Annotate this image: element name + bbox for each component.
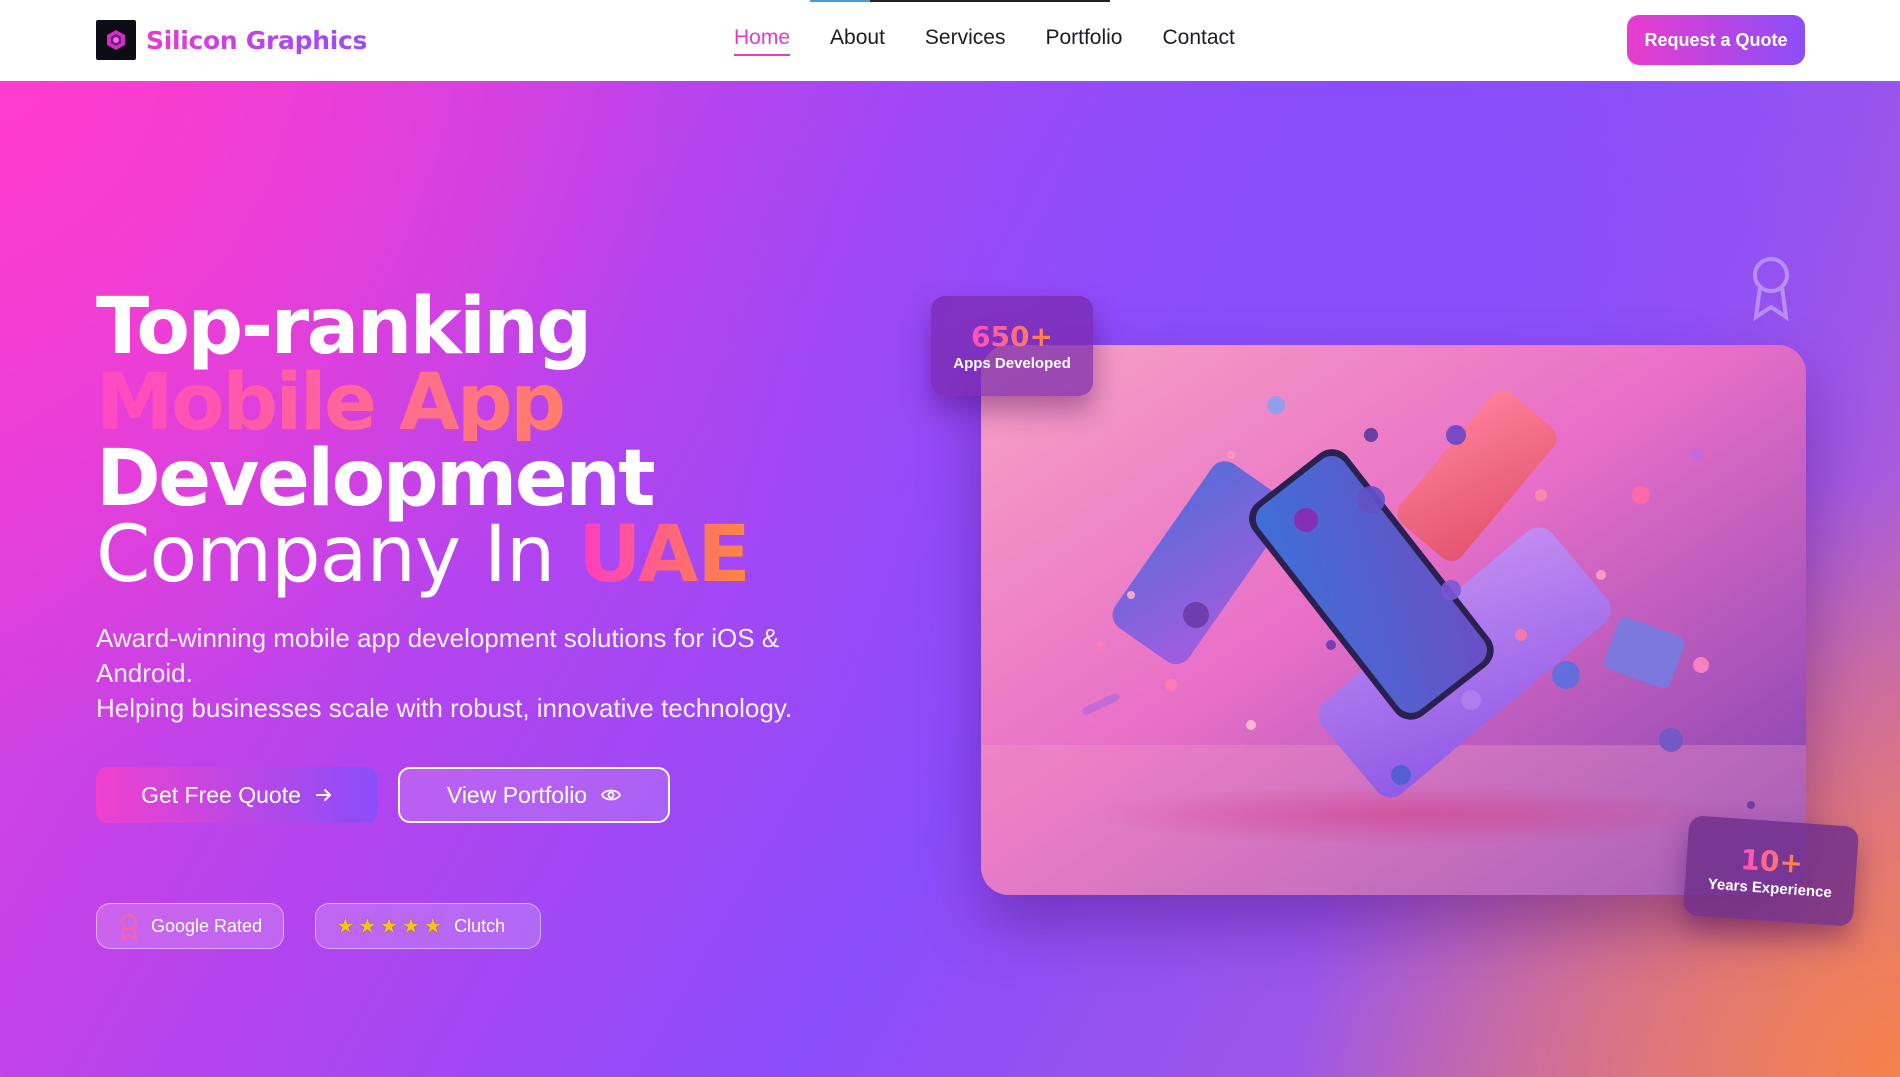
nav-link-about[interactable]: About (830, 26, 885, 56)
eye-icon (601, 789, 622, 801)
google-rated-badge: Google Rated (96, 903, 284, 949)
brand-name: Silicon Graphics (146, 25, 368, 55)
brand-home-link[interactable]: Silicon Graphics (96, 20, 367, 60)
headline-highlight-uae: UAE (578, 510, 751, 600)
rating-stars: ★ ★ ★ ★ ★ (336, 914, 442, 939)
brand-logo-icon (96, 20, 136, 60)
hero-subtitle-line-1: Award-winning mobile app development sol… (96, 623, 780, 688)
hero-section: Top-ranking Mobile App Development Compa… (0, 81, 1900, 1077)
nav-link-contact[interactable]: Contact (1163, 26, 1235, 56)
years-experience-stat: 10+ Years Experience (1682, 815, 1860, 927)
apps-developed-stat: 650+ Apps Developed (931, 296, 1093, 396)
headline-line-1: Top-ranking (96, 282, 592, 372)
headline-line-3: Development (96, 434, 656, 524)
request-quote-button[interactable]: Request a Quote (1627, 15, 1805, 65)
get-free-quote-label: Get Free Quote (141, 781, 301, 808)
navbar: Silicon Graphics Home About Services Por… (0, 0, 1900, 81)
view-portfolio-label: View Portfolio (446, 781, 588, 808)
get-free-quote-button[interactable]: Get Free Quote (96, 767, 378, 823)
headline-line-4: Company In UAE (96, 516, 751, 594)
award-ribbon-icon (1753, 257, 1789, 321)
google-rated-label: Google Rated (151, 915, 263, 936)
hero-headline: Top-ranking Mobile App Development Compa… (96, 282, 751, 594)
star-icon: ★ (357, 914, 377, 938)
scroll-progress-fill (810, 0, 870, 2)
years-experience-label: Years Experience (1707, 875, 1833, 902)
scroll-progress-bar (810, 0, 1110, 2)
nav-link-portfolio[interactable]: Portfolio (1045, 26, 1122, 56)
main-nav: Home About Services Portfolio Contact (734, 26, 1235, 56)
award-icon (120, 914, 138, 940)
hero-subtitle-line-2: Helping businesses scale with robust, in… (96, 693, 793, 723)
star-icon: ★ (401, 914, 421, 938)
apps-developed-label: Apps Developed (953, 355, 1071, 372)
star-icon: ★ (336, 914, 355, 938)
hero-subtitle: Award-winning mobile app development sol… (96, 621, 856, 726)
headline-line-4-prefix: Company In (96, 510, 579, 600)
hero-phones-illustration (981, 345, 1806, 895)
view-portfolio-button[interactable]: View Portfolio (398, 767, 670, 823)
nav-link-home[interactable]: Home (734, 26, 791, 56)
arrow-right-icon (315, 789, 331, 801)
star-icon: ★ (379, 914, 399, 938)
clutch-label: Clutch (454, 915, 506, 936)
clutch-badge: ★ ★ ★ ★ ★ Clutch (315, 903, 541, 949)
headline-line-2: Mobile App (96, 364, 750, 442)
years-experience-value: 10+ (1739, 842, 1804, 881)
apps-developed-value: 650+ (971, 320, 1053, 353)
star-icon: ★ (423, 914, 443, 938)
nav-link-services[interactable]: Services (925, 26, 1006, 56)
